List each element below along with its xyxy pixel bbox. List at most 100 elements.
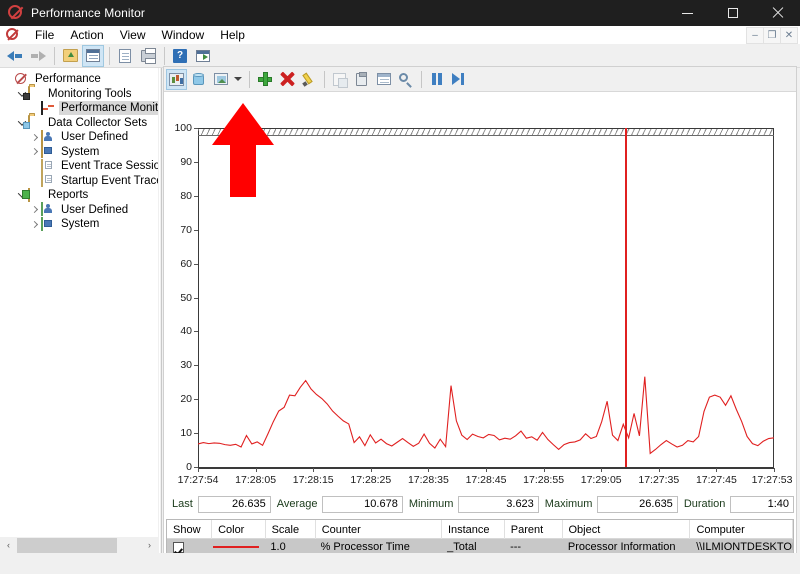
y-axis-tick bbox=[194, 298, 198, 299]
sidebar-item-label: Reports bbox=[46, 188, 90, 202]
legend-column-header[interactable]: Show bbox=[167, 520, 212, 539]
x-axis-tick bbox=[659, 468, 660, 472]
x-axis-tick-label: 17:27:54 bbox=[178, 474, 219, 486]
properties-icon bbox=[119, 49, 131, 63]
mdi-close-button[interactable]: ✕ bbox=[780, 27, 798, 44]
menu-help[interactable]: Help bbox=[212, 27, 253, 43]
up-one-level-button[interactable] bbox=[59, 45, 81, 67]
x-axis-tick-label: 17:28:25 bbox=[350, 474, 391, 486]
tree-chevron[interactable] bbox=[28, 160, 41, 173]
graph-toolbar-separator bbox=[249, 71, 250, 88]
stat-label-maximum: Maximum bbox=[539, 498, 598, 510]
console-tree-icon bbox=[86, 49, 100, 62]
zoom-button[interactable] bbox=[395, 69, 416, 90]
sidebar-item-system[interactable]: System bbox=[0, 217, 158, 232]
sidebar-item-performance-monitor[interactable]: Performance Monitor bbox=[0, 101, 158, 116]
x-axis-tick bbox=[601, 468, 602, 472]
stat-label-minimum: Minimum bbox=[403, 498, 459, 510]
show-checkbox[interactable] bbox=[173, 542, 184, 553]
tree-chevron[interactable] bbox=[28, 174, 41, 187]
view-type-button[interactable] bbox=[188, 69, 209, 90]
print-button[interactable] bbox=[137, 45, 159, 67]
freeze-display-button[interactable] bbox=[426, 69, 447, 90]
copy-properties-button[interactable] bbox=[329, 69, 350, 90]
tree-chevron[interactable] bbox=[2, 73, 15, 86]
legend-column-header[interactable]: Scale bbox=[266, 520, 316, 539]
status-bar bbox=[0, 553, 800, 574]
tree-chevron[interactable] bbox=[28, 145, 41, 158]
properties-button[interactable] bbox=[114, 45, 136, 67]
sidebar-item-event-trace-sessions[interactable]: Event Trace Sessions bbox=[0, 159, 158, 174]
sidebar-item-reports[interactable]: Reports bbox=[0, 188, 158, 203]
x-axis-tick-label: 17:28:05 bbox=[235, 474, 276, 486]
folder-user-icon bbox=[41, 131, 56, 144]
tree-chevron[interactable] bbox=[28, 218, 41, 231]
color-swatch bbox=[213, 546, 259, 548]
highlight-button[interactable] bbox=[298, 69, 319, 90]
minimize-button[interactable] bbox=[665, 0, 710, 26]
scroll-left-arrow[interactable]: ‹ bbox=[0, 537, 17, 554]
properties-button[interactable] bbox=[373, 69, 394, 90]
menu-bar: File Action View Window Help bbox=[0, 26, 800, 44]
delete-counter-button[interactable] bbox=[276, 69, 297, 90]
x-axis-tick-label: 17:27:35 bbox=[638, 474, 679, 486]
graph-type-dropdown[interactable] bbox=[232, 69, 244, 90]
back-button[interactable] bbox=[4, 45, 26, 67]
new-window-icon bbox=[196, 50, 210, 62]
sidebar-item-label: System bbox=[59, 217, 101, 231]
y-axis-tick bbox=[194, 264, 198, 265]
sidebar-item-data-collector-sets[interactable]: Data Collector Sets bbox=[0, 116, 158, 131]
maximize-button[interactable] bbox=[710, 0, 755, 26]
properties-window-icon bbox=[377, 73, 391, 85]
tree-chevron[interactable] bbox=[28, 203, 41, 216]
sidebar-item-startup-event-trace-ses[interactable]: Startup Event Trace Ses bbox=[0, 174, 158, 189]
menu-action[interactable]: Action bbox=[62, 27, 111, 43]
legend-column-header[interactable]: Instance bbox=[442, 520, 505, 539]
change-graph-type-button[interactable] bbox=[210, 69, 231, 90]
sidebar-item-user-defined[interactable]: User Defined bbox=[0, 130, 158, 145]
highlighter-pen-icon bbox=[302, 72, 316, 86]
x-axis-tick-label: 17:28:45 bbox=[466, 474, 507, 486]
scroll-right-arrow[interactable]: › bbox=[141, 537, 158, 554]
sidebar-item-label: Event Trace Sessions bbox=[59, 159, 158, 173]
add-counter-button[interactable] bbox=[254, 69, 275, 90]
y-axis-tick bbox=[194, 196, 198, 197]
legend-column-header[interactable]: Parent bbox=[505, 520, 563, 539]
y-axis-tick-label: 0 bbox=[186, 461, 192, 473]
sidebar-item-monitoring-tools[interactable]: Monitoring Tools bbox=[0, 87, 158, 102]
close-button[interactable] bbox=[755, 0, 800, 26]
console-tree-pane: PerformanceMonitoring ToolsPerformance M… bbox=[0, 68, 158, 552]
legend-column-header[interactable]: Color bbox=[212, 520, 266, 539]
window-controls bbox=[665, 0, 800, 26]
scroll-thumb[interactable] bbox=[17, 538, 117, 553]
view-graph-button[interactable] bbox=[166, 69, 187, 90]
scroll-track[interactable] bbox=[117, 538, 141, 553]
sidebar-horizontal-scrollbar[interactable]: ‹ › bbox=[0, 536, 158, 553]
legend-column-header[interactable]: Object bbox=[563, 520, 691, 539]
graph-type-icon bbox=[214, 73, 228, 85]
sidebar-item-system[interactable]: System bbox=[0, 145, 158, 160]
legend-column-header[interactable]: Computer bbox=[690, 520, 793, 539]
report-system-icon bbox=[41, 218, 56, 231]
new-window-button[interactable] bbox=[192, 45, 214, 67]
copy-properties-icon bbox=[333, 73, 346, 86]
show-console-tree-button[interactable] bbox=[82, 45, 104, 67]
mdi-restore-button[interactable]: ❐ bbox=[763, 27, 781, 44]
legend-column-header[interactable]: Counter bbox=[316, 520, 442, 539]
help-button[interactable]: ? bbox=[169, 45, 191, 67]
menu-view[interactable]: View bbox=[112, 27, 154, 43]
mdi-minimize-button[interactable]: – bbox=[746, 27, 764, 44]
toolbar-separator bbox=[164, 47, 165, 65]
forward-button[interactable] bbox=[27, 45, 49, 67]
paste-counter-list-button[interactable] bbox=[351, 69, 372, 90]
graph-toolbar-separator bbox=[421, 71, 422, 88]
x-axis-tick-label: 17:27:45 bbox=[696, 474, 737, 486]
menu-file[interactable]: File bbox=[27, 27, 62, 43]
update-data-button[interactable] bbox=[448, 69, 469, 90]
mdi-window-controls: – ❐ ✕ bbox=[747, 27, 798, 44]
sidebar-item-label: Startup Event Trace Ses bbox=[59, 174, 158, 188]
menu-window[interactable]: Window bbox=[154, 27, 213, 43]
tree-chevron[interactable] bbox=[28, 131, 41, 144]
sidebar-item-performance[interactable]: Performance bbox=[0, 72, 158, 87]
sidebar-item-user-defined[interactable]: User Defined bbox=[0, 203, 158, 218]
